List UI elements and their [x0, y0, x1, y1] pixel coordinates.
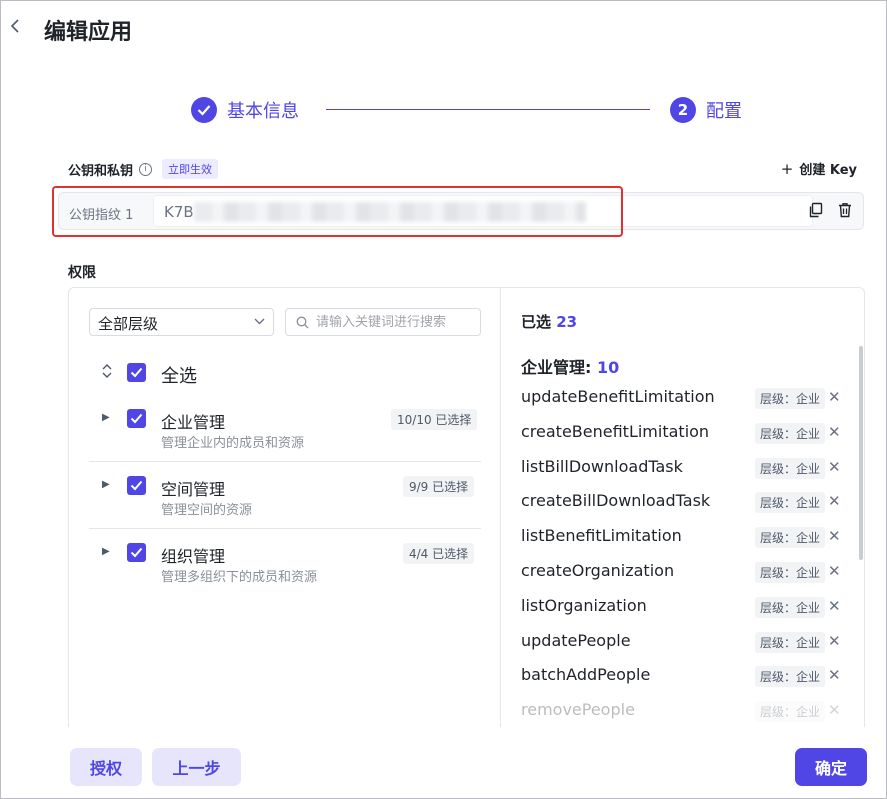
key-row: 公钥指纹 1 K7B: [58, 192, 864, 230]
close-icon[interactable]: ✕: [828, 701, 841, 719]
group-name: 组织管理: [161, 547, 226, 566]
level-tag: 层级：企业: [755, 423, 826, 444]
close-icon[interactable]: ✕: [828, 666, 841, 684]
selected-summary: 已选 23: [521, 311, 577, 332]
level-tag: 层级：企业: [755, 388, 826, 409]
confirm-button[interactable]: 确定: [795, 748, 867, 786]
close-icon[interactable]: ✕: [828, 562, 841, 580]
level-tag: 层级：企业: [755, 701, 826, 722]
selected-count: 23: [556, 313, 578, 331]
level-select[interactable]: 全部层级: [89, 308, 274, 336]
create-key-button[interactable]: + 创建 Key: [780, 159, 857, 179]
category-heading: 企业管理: 10: [521, 354, 619, 378]
permission-item: batchAddPeople: [521, 665, 651, 684]
permission-item: updatePeople: [521, 631, 631, 650]
permission-item: createOrganization: [521, 561, 675, 580]
level-tag: 层级：企业: [755, 632, 826, 653]
group-count-badge: 10/10 已选择: [391, 409, 478, 430]
group-count-badge: 4/4 已选择: [403, 543, 475, 564]
expand-arrow-icon[interactable]: ▶: [102, 412, 110, 423]
copy-icon[interactable]: [808, 202, 826, 220]
step-number: 2: [670, 97, 696, 123]
info-icon[interactable]: i: [139, 162, 153, 176]
keys-section-title: 公钥和私钥 i 立即生效: [68, 159, 219, 179]
step-basic-info[interactable]: 基本信息: [191, 96, 299, 124]
search-icon: [296, 316, 309, 329]
level-tag: 层级：企业: [755, 527, 826, 548]
fingerprint-value: K7B: [164, 203, 194, 221]
level-tag: 层级：企业: [755, 492, 826, 513]
fingerprint-label: 公钥指纹 1: [69, 208, 134, 223]
group-count-badge: 9/9 已选择: [403, 476, 475, 497]
group-desc: 管理多组织下的成员和资源: [161, 570, 318, 585]
list-scrollbar[interactable]: [859, 346, 863, 560]
fingerprint-field[interactable]: K7B: [153, 195, 813, 227]
close-icon[interactable]: ✕: [828, 527, 841, 545]
check-circle-icon: [191, 97, 217, 123]
level-select-value: 全部层级: [98, 315, 159, 333]
close-icon[interactable]: ✕: [828, 492, 841, 510]
select-all-label: 全选: [161, 366, 197, 387]
divider: [89, 528, 481, 529]
divider: [89, 461, 481, 462]
group-desc: 管理企业内的成员和资源: [161, 436, 305, 451]
plus-icon: +: [780, 159, 794, 178]
authorize-button[interactable]: 授权: [70, 748, 142, 786]
close-icon[interactable]: ✕: [828, 597, 841, 615]
search-box: [285, 308, 481, 336]
step-connector: [326, 109, 650, 110]
close-icon[interactable]: ✕: [828, 632, 841, 650]
status-badge: 立即生效: [162, 159, 219, 179]
chevron-down-icon: [254, 313, 265, 332]
group-desc: 管理空间的资源: [161, 503, 253, 518]
trash-icon[interactable]: [837, 202, 855, 220]
level-tag: 层级：企业: [755, 562, 826, 583]
permission-item: createBillDownloadTask: [521, 491, 711, 510]
group-checkbox[interactable]: [127, 543, 146, 562]
previous-step-button[interactable]: 上一步: [152, 748, 241, 786]
selected-label: 已选: [521, 313, 552, 331]
close-icon[interactable]: ✕: [828, 458, 841, 476]
close-icon[interactable]: ✕: [828, 388, 841, 406]
expand-arrow-icon[interactable]: ▶: [102, 479, 110, 490]
redacted-key-mask: [194, 202, 586, 222]
level-tag: 层级：企业: [755, 666, 826, 687]
chevron-left-icon[interactable]: [6, 18, 24, 40]
permission-item: removePeople: [521, 700, 635, 719]
step-label: 配置: [706, 101, 742, 122]
group-checkbox[interactable]: [127, 409, 146, 428]
permission-item: updateBenefitLimitation: [521, 387, 715, 406]
permission-item: listBillDownloadTask: [521, 457, 683, 476]
permission-item: listBenefitLimitation: [521, 526, 682, 545]
step-config[interactable]: 2 配置: [670, 96, 742, 124]
permission-item: createBenefitLimitation: [521, 422, 710, 441]
keys-title: 公钥和私钥: [68, 163, 134, 179]
create-key-label: 创建 Key: [799, 163, 857, 178]
close-icon[interactable]: ✕: [828, 423, 841, 441]
group-name: 企业管理: [161, 413, 226, 432]
search-input[interactable]: [316, 313, 476, 331]
page-title: 编辑应用: [44, 20, 133, 45]
permission-item: listOrganization: [521, 596, 647, 615]
expand-collapse-icon[interactable]: [101, 362, 113, 380]
category-label: 企业管理:: [521, 358, 592, 377]
permissions-title: 权限: [68, 265, 96, 281]
level-tag: 层级：企业: [755, 597, 826, 618]
expand-arrow-icon[interactable]: ▶: [102, 546, 110, 557]
group-checkbox[interactable]: [127, 476, 146, 495]
step-label: 基本信息: [227, 101, 299, 122]
category-count: 10: [596, 358, 620, 377]
panel-divider: [500, 288, 501, 727]
select-all-checkbox[interactable]: [127, 363, 146, 382]
group-name: 空间管理: [161, 480, 226, 499]
level-tag: 层级：企业: [755, 458, 826, 479]
